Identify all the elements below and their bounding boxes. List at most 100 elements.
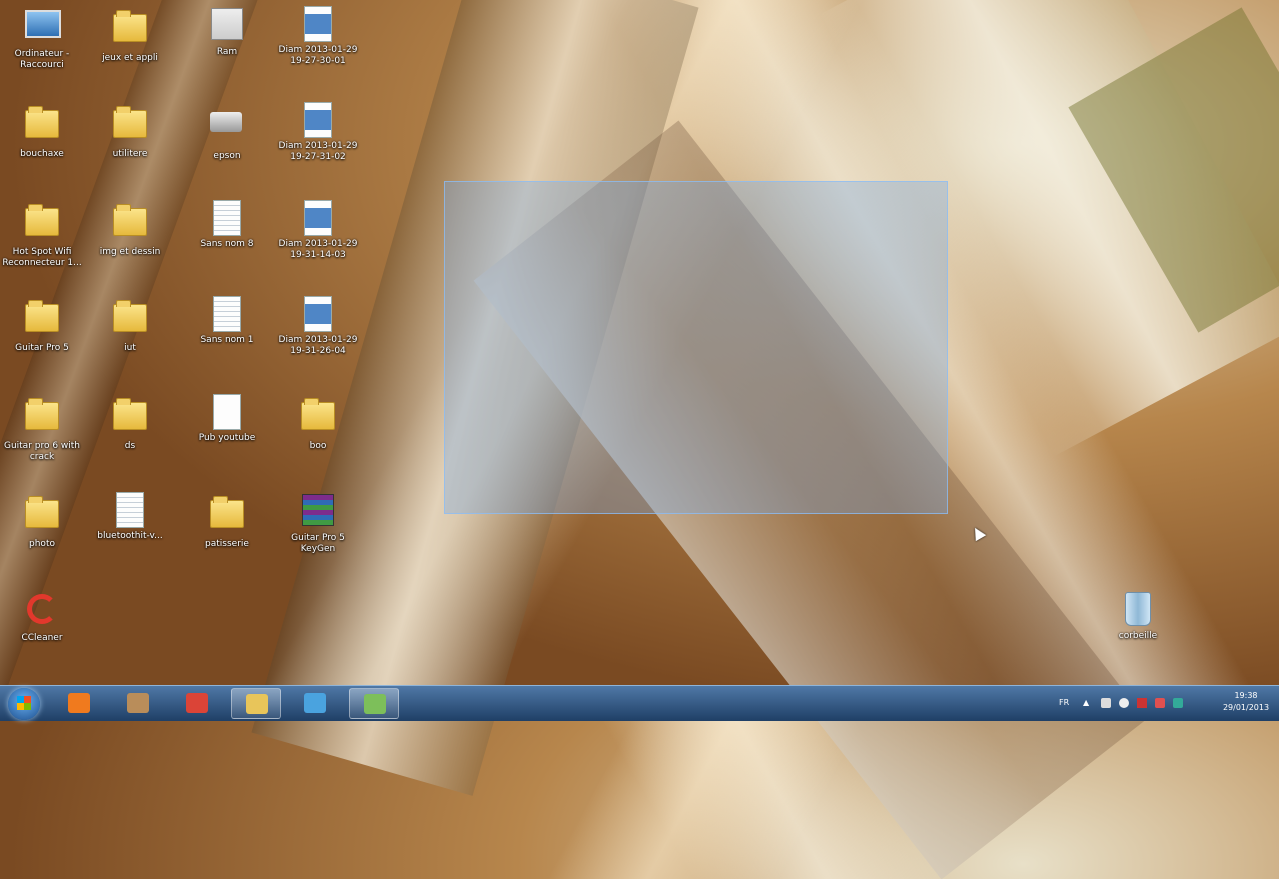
image-icon — [301, 6, 335, 42]
desktop-icon[interactable]: ds — [88, 394, 172, 452]
selection-rectangle — [444, 181, 948, 514]
desktop-icon[interactable]: Guitar Pro 5 KeyGen — [276, 492, 360, 555]
desktop-icon-label: CCleaner — [21, 633, 63, 643]
desktop-icon-label: Diam 2013-01-29 19-27-31-02 — [278, 141, 358, 162]
media-player-icon — [68, 693, 90, 713]
desktop-icon-label: Diam 2013-01-29 19-27-30-01 — [278, 45, 358, 66]
desktop-icon-label: Ordinateur - Raccourci — [14, 49, 70, 70]
doc-icon — [210, 296, 244, 332]
desktop-icon-label: utilitere — [112, 149, 148, 159]
desktop-icon[interactable]: Guitar pro 6 with crack — [0, 394, 84, 463]
image-icon — [301, 296, 335, 332]
desktop-icon[interactable]: img et dessin — [88, 200, 172, 258]
desktop-icon[interactable]: Guitar Pro 5 — [0, 296, 84, 354]
image-icon — [301, 200, 335, 236]
doc-icon — [210, 200, 244, 236]
monitor-icon — [364, 694, 386, 714]
desktop-icon[interactable]: Pub youtube — [185, 394, 269, 444]
chrome-icon — [186, 693, 208, 713]
security-icon[interactable] — [1155, 698, 1165, 708]
desktop-icon[interactable]: Diam 2013-01-29 19-27-30-01 — [276, 6, 360, 67]
folder-icon — [210, 496, 244, 536]
paint-icon — [304, 693, 326, 713]
desktop-icon[interactable]: photo — [0, 492, 84, 550]
image-icon — [301, 102, 335, 138]
start-button[interactable] — [8, 688, 40, 720]
computer-icon — [25, 10, 61, 46]
blank-icon — [210, 394, 244, 430]
folder-icon — [25, 496, 59, 536]
windows-logo-icon — [17, 696, 31, 710]
desktop-icon[interactable]: bouchaxe — [0, 102, 84, 160]
desktop-icon[interactable]: CCleaner — [0, 592, 84, 644]
folder-icon — [113, 398, 147, 438]
desktop-icon[interactable]: epson — [185, 102, 269, 162]
network-icon[interactable] — [1101, 698, 1111, 708]
desktop-icon-label: jeux et appli — [102, 53, 158, 63]
folder-icon — [113, 204, 147, 244]
folder-icon — [25, 106, 59, 146]
clock[interactable]: 19:38 29/01/2013 — [1219, 690, 1273, 714]
rar-icon — [301, 494, 335, 530]
desktop-icon[interactable]: Ordinateur - Raccourci — [0, 6, 84, 71]
desktop-icon[interactable]: utilitere — [88, 102, 172, 160]
desktop-icon[interactable]: Diam 2013-01-29 19-31-26-04 — [276, 296, 360, 357]
folder-icon — [301, 398, 335, 438]
taskbar-button[interactable] — [54, 688, 104, 719]
folder-icon — [25, 300, 59, 340]
taskbar-button[interactable] — [231, 688, 281, 719]
desktop-icon-label: bouchaxe — [20, 149, 64, 159]
folder-icon — [113, 10, 147, 50]
language-indicator[interactable]: FR — [1059, 698, 1069, 707]
printer-icon — [210, 112, 244, 148]
taskbar-button[interactable] — [349, 688, 399, 719]
bin-icon — [1121, 592, 1155, 628]
tray-app-icon[interactable] — [1173, 698, 1183, 708]
desktop-icon-label: bluetoothit-v... — [97, 531, 163, 541]
desktop-icon-label: iut — [124, 343, 136, 353]
desktop-icon[interactable]: jeux et appli — [88, 6, 172, 64]
doc-icon — [113, 492, 147, 528]
folder-icon — [25, 204, 59, 244]
desktop-icon[interactable]: Diam 2013-01-29 19-31-14-03 — [276, 200, 360, 261]
desktop-icon-label: Guitar Pro 5 — [15, 343, 69, 353]
desktop-icon-label: Ram — [216, 47, 238, 57]
desktop-icon[interactable]: Hot Spot Wifi Reconnecteur 1... — [0, 200, 84, 269]
desktop-icon-label: epson — [213, 151, 241, 161]
desktop-icon[interactable]: Ram — [185, 6, 269, 58]
taskbar-button[interactable] — [290, 688, 340, 719]
desktop-icon[interactable]: Diam 2013-01-29 19-27-31-02 — [276, 102, 360, 163]
desktop-icon-label: boo — [309, 441, 327, 451]
desktop-icon-label: ds — [124, 441, 136, 451]
desktop-icon[interactable]: Sans nom 8 — [185, 200, 269, 250]
desktop-icon-label: Sans nom 1 — [200, 335, 254, 345]
mouse-cursor — [969, 524, 987, 542]
desktop-icon-label: patisserie — [205, 539, 249, 549]
taskbar-button[interactable] — [172, 688, 222, 719]
action-center-icon[interactable] — [1137, 698, 1147, 708]
desktop-icon-label: Hot Spot Wifi Reconnecteur 1... — [2, 247, 82, 268]
folder-icon — [113, 106, 147, 146]
volume-icon[interactable] — [1119, 698, 1129, 708]
desktop-icon-label: photo — [29, 539, 55, 549]
clock-time: 19:38 — [1234, 691, 1258, 700]
desktop-icon-label: corbeille — [1118, 631, 1158, 641]
tools-icon — [127, 693, 149, 713]
desktop-icon-label: Diam 2013-01-29 19-31-26-04 — [278, 335, 358, 356]
desktop-icon[interactable]: patisserie — [185, 492, 269, 550]
ccleaner-icon — [25, 594, 59, 630]
desktop-icon[interactable]: boo — [276, 394, 360, 452]
desktop-icon[interactable]: Sans nom 1 — [185, 296, 269, 346]
desktop-icon-label: img et dessin — [99, 247, 161, 257]
desktop-icon-label: Diam 2013-01-29 19-31-14-03 — [278, 239, 358, 260]
desktop-icon[interactable]: bluetoothit-v... — [88, 492, 172, 542]
desktop-icon-label: Sans nom 8 — [200, 239, 254, 249]
desktop-icon[interactable]: corbeille — [1096, 592, 1180, 642]
desktop-icon[interactable]: iut — [88, 296, 172, 354]
taskbar-button[interactable] — [113, 688, 163, 719]
explorer-icon — [246, 694, 268, 714]
show-hidden-icons-icon[interactable]: ▲ — [1083, 698, 1093, 708]
folder-icon — [25, 398, 59, 438]
desktop-icon-label: Pub youtube — [198, 433, 256, 443]
folder-icon — [113, 300, 147, 340]
